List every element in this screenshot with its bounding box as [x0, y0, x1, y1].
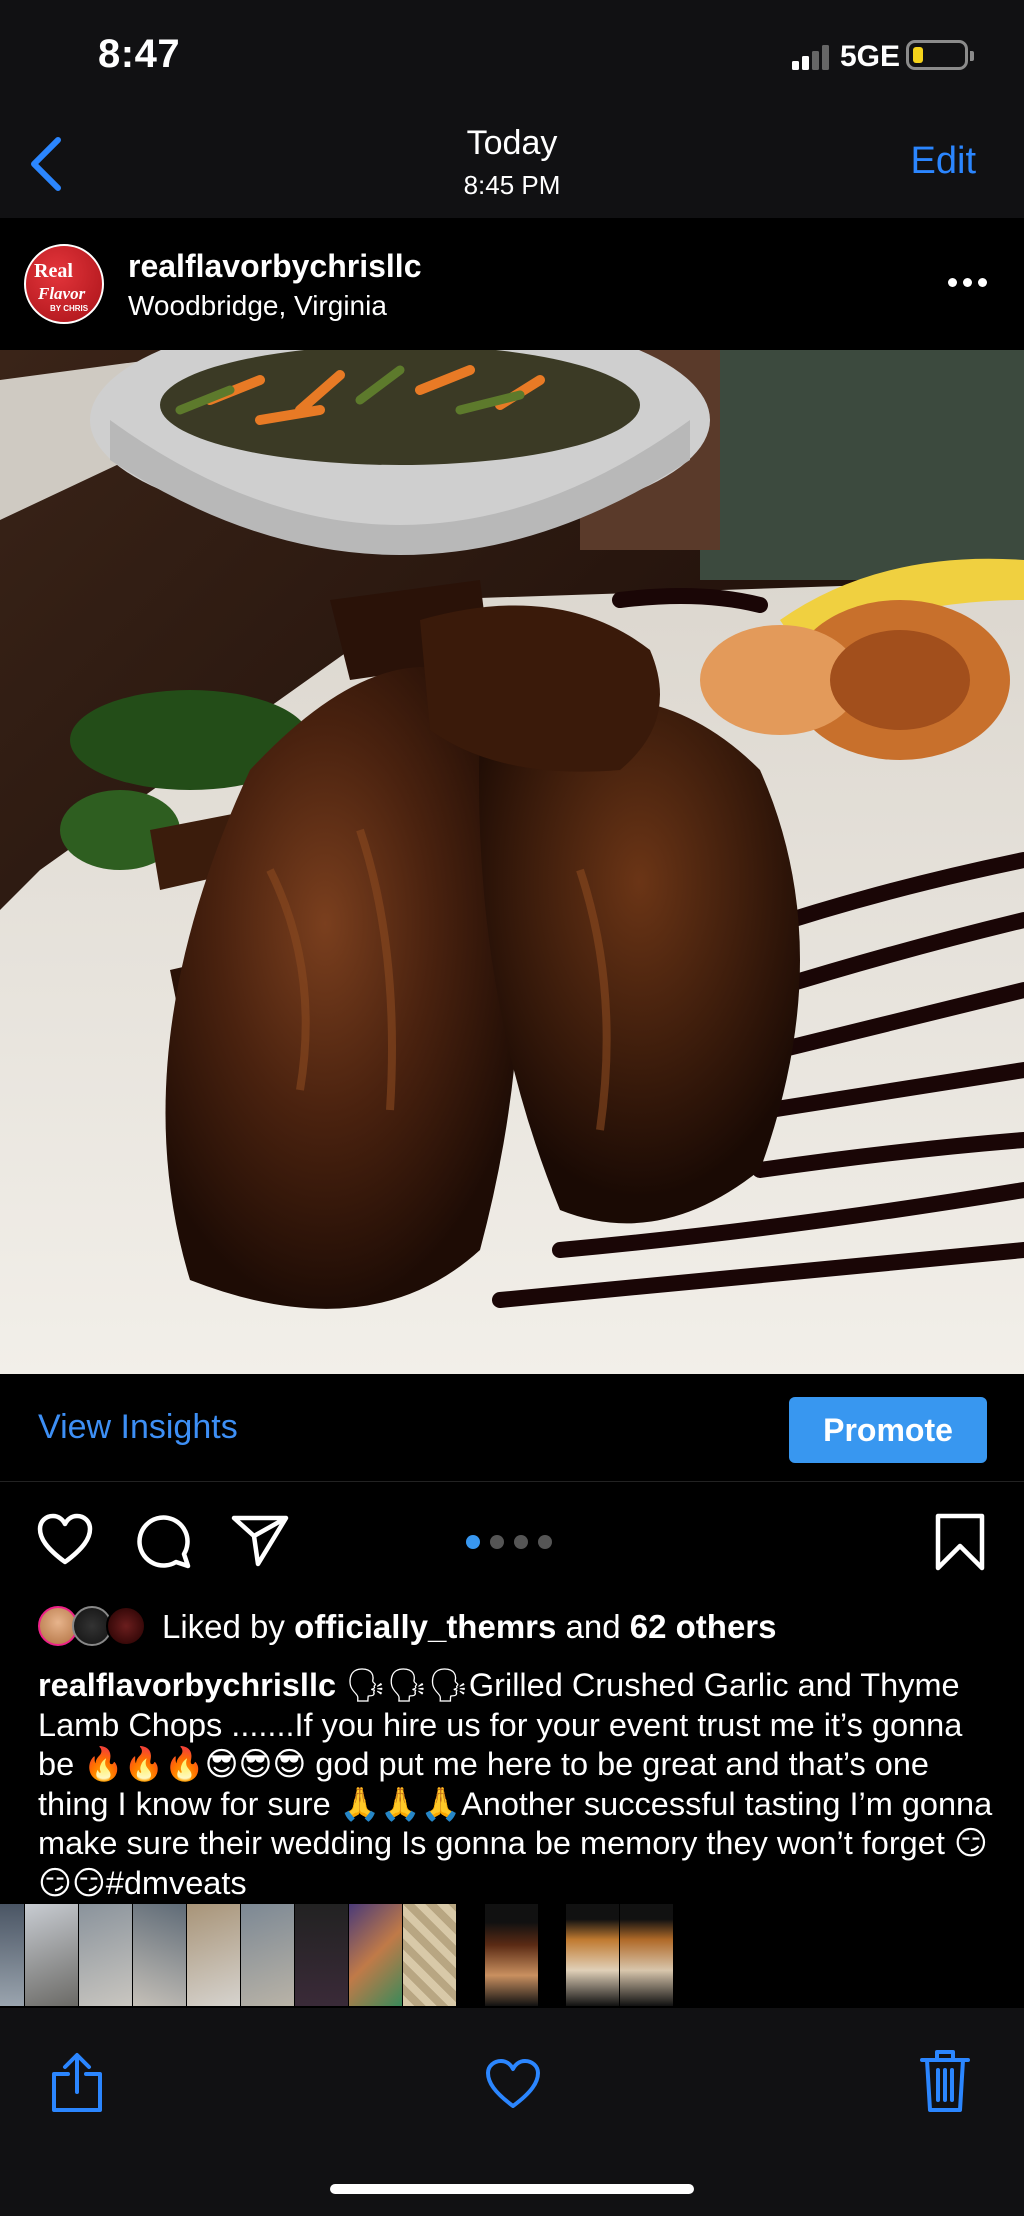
comment-icon[interactable]: [134, 1512, 192, 1570]
network-type: 5GE: [840, 40, 901, 73]
navigation-bar: Today 8:45 PM Edit: [0, 110, 1024, 218]
status-bar: 8:47 5GE: [0, 0, 1024, 110]
liked-by-text[interactable]: Liked by officially_themrs and 62 others: [162, 1608, 777, 1646]
heart-icon[interactable]: [36, 1512, 94, 1568]
home-indicator[interactable]: [330, 2184, 694, 2194]
avatar-logo-text: Flavor: [38, 284, 86, 303]
avatar-logo-text: Real: [34, 260, 73, 282]
signal-strength-icon: [792, 44, 832, 70]
caption-username[interactable]: realflavorbychrisllc: [38, 1667, 336, 1703]
thumbnail[interactable]: [485, 1904, 538, 2006]
liked-by-row[interactable]: Liked by officially_themrs and 62 others: [38, 1602, 998, 1650]
thumbnail[interactable]: [566, 1904, 619, 2006]
edit-button[interactable]: Edit: [911, 140, 976, 183]
battery-icon: [906, 40, 974, 70]
avatar[interactable]: Real Flavor BY CHRIS: [24, 244, 104, 324]
thumbnail-strip: [0, 1902, 1024, 2008]
thumbnail[interactable]: [187, 1904, 240, 2006]
post-caption: realflavorbychrisllc 🗣🗣🗣Grilled Crushed …: [38, 1666, 998, 1898]
avatar-logo-text: BY CHRIS: [50, 304, 89, 313]
nav-subtitle: 8:45 PM: [463, 170, 561, 200]
status-time: 8:47: [98, 32, 181, 76]
food-photo: [0, 350, 1024, 1374]
bookmark-icon[interactable]: [934, 1512, 986, 1572]
thumbnail[interactable]: [241, 1904, 294, 2006]
post-username[interactable]: realflavorbychrisllc: [128, 248, 421, 285]
insights-row: View Insights Promote: [0, 1374, 1024, 1482]
share-icon[interactable]: [50, 2052, 104, 2114]
thumbnail[interactable]: [349, 1904, 402, 2006]
post-location[interactable]: Woodbridge, Virginia: [128, 290, 387, 322]
thumbnail[interactable]: [25, 1904, 78, 2006]
ellipsis-icon[interactable]: [948, 276, 988, 290]
carousel-indicator: [466, 1535, 556, 1551]
avatar: [106, 1606, 146, 1646]
trash-icon[interactable]: [920, 2048, 970, 2114]
post-header: Real Flavor BY CHRIS realflavorbychrisll…: [0, 218, 1024, 350]
bottom-toolbar: [0, 2008, 1024, 2216]
liked-by-user[interactable]: officially_themrs: [294, 1608, 556, 1645]
post-photo[interactable]: [0, 350, 1024, 1374]
thumbnail[interactable]: [79, 1904, 132, 2006]
thumbnail[interactable]: [133, 1904, 186, 2006]
thumbnail[interactable]: [403, 1904, 456, 2006]
liked-by-others[interactable]: 62 others: [630, 1608, 777, 1645]
thumbnail[interactable]: [295, 1904, 348, 2006]
thumbnail[interactable]: [620, 1904, 673, 2006]
thumbnail[interactable]: [0, 1904, 24, 2006]
nav-title: Today: [466, 124, 558, 162]
share-icon[interactable]: [230, 1512, 290, 1568]
heart-icon[interactable]: [484, 2058, 542, 2110]
promote-button[interactable]: Promote: [789, 1397, 987, 1463]
view-insights-link[interactable]: View Insights: [38, 1408, 238, 1447]
